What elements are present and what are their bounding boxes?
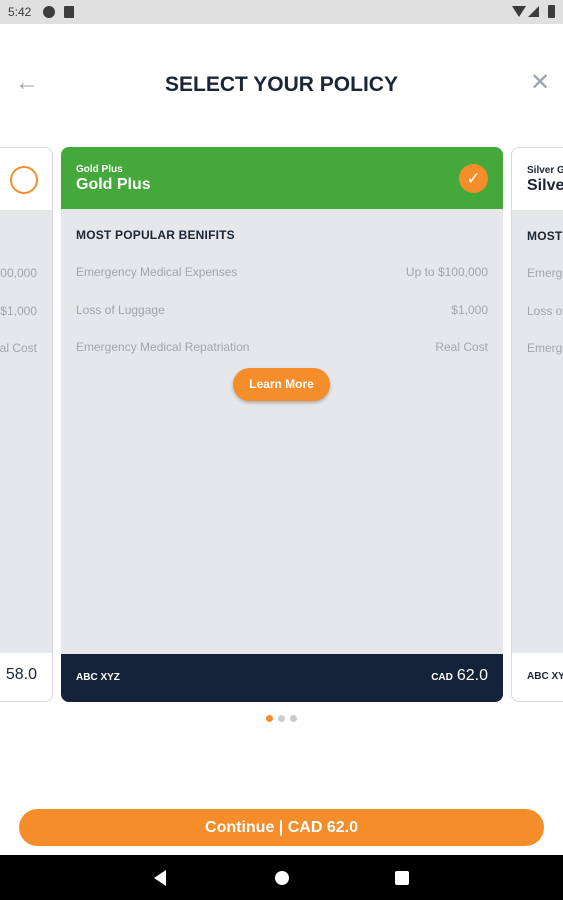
policy-card-left[interactable]: Up to $100,000 $1,000 Real Cost 58.0 <box>0 147 53 702</box>
navigation-bar <box>0 855 563 900</box>
pager-dot-active[interactable] <box>266 715 273 722</box>
plan-small-name: Silver Gold <box>527 165 563 176</box>
status-time: 5:42 <box>8 5 32 19</box>
benefit-row: Loss of Luggage $1,000 <box>76 303 488 321</box>
price: 58.0 <box>6 666 37 684</box>
check-icon[interactable]: ✓ <box>459 164 488 193</box>
benefit-label: Emergency Medical Expenses <box>76 265 238 279</box>
select-radio[interactable] <box>10 166 38 194</box>
price-currency: CAD <box>431 672 453 683</box>
battery-icon <box>548 5 555 18</box>
nav-recents-icon[interactable] <box>395 871 409 885</box>
pager-dot[interactable] <box>290 715 297 722</box>
benefit-row: Loss of <box>527 304 563 322</box>
card-header <box>0 148 52 210</box>
benefit-value: Real Cost <box>435 340 488 354</box>
pager-dot[interactable] <box>278 715 285 722</box>
policy-card-gold-plus[interactable]: Gold Plus Gold Plus ✓ MOST POPULAR BENIF… <box>61 147 503 702</box>
notification-icon <box>43 6 55 18</box>
price-amount: 58.0 <box>5 666 37 683</box>
price-amount: 62.0 <box>456 667 488 684</box>
benefit-row: $1,000 <box>0 304 37 322</box>
benefit-label: Emergency <box>527 341 563 355</box>
benefit-value: Up to $100,000 <box>405 265 488 279</box>
learn-more-button[interactable]: Learn More <box>233 368 330 401</box>
card-footer: 58.0 <box>0 653 52 701</box>
benefit-value: Real Cost <box>0 341 37 355</box>
nav-home-icon[interactable] <box>275 871 289 885</box>
benefit-row: Emergency Medical Repatriation Real Cost <box>76 340 488 358</box>
signal-icon <box>528 6 539 17</box>
provider-name: ABC XYZ <box>527 671 563 682</box>
benefit-value: Up to $100,000 <box>0 266 37 280</box>
benefit-row: Up to $100,000 <box>0 266 37 284</box>
back-arrow-icon[interactable]: ← <box>14 70 40 96</box>
card-footer: ABC XYZ CAD 62.0 <box>61 654 503 702</box>
benefit-label: Emergency Medical Repatriation <box>76 340 250 354</box>
sd-card-icon <box>64 6 74 18</box>
benefit-label: Loss of <box>527 304 563 318</box>
plan-name: Gold Plus <box>76 176 151 193</box>
benefit-row: Emergency <box>527 266 563 284</box>
benefit-row: Emergency Medical Expenses Up to $100,00… <box>76 265 488 283</box>
status-bar: 5:42 <box>0 0 563 24</box>
policy-card-right[interactable]: Silver Gold Silver MOST POPULAR BENIFITS… <box>511 147 563 702</box>
card-footer: ABC XYZ <box>512 653 563 701</box>
benefit-value: $1,000 <box>0 304 37 318</box>
price: CAD 62.0 <box>431 667 488 685</box>
card-header: Silver Gold Silver <box>512 148 563 210</box>
plan-name: Silver <box>527 177 563 194</box>
page-title: SELECT YOUR POLICY <box>165 73 398 96</box>
card-header: Gold Plus Gold Plus ✓ <box>61 147 503 209</box>
section-title: MOST POPULAR BENIFITS <box>527 229 563 243</box>
benefit-row: Real Cost <box>0 341 37 359</box>
close-icon[interactable]: ✕ <box>527 70 553 96</box>
benefit-label: Emergency <box>527 266 563 280</box>
screen: 5:42 ← SELECT YOUR POLICY ✕ Up to $100,0… <box>0 0 563 900</box>
wifi-icon <box>512 6 526 17</box>
provider-name: ABC XYZ <box>76 672 120 683</box>
nav-back-icon[interactable] <box>154 870 166 886</box>
continue-button[interactable]: Continue | CAD 62.0 <box>19 809 544 846</box>
benefit-row: Emergency <box>527 341 563 359</box>
section-title: MOST POPULAR BENIFITS <box>76 228 235 242</box>
benefit-label: Loss of Luggage <box>76 303 165 317</box>
benefit-value: $1,000 <box>451 303 488 317</box>
plan-small-name: Gold Plus <box>76 164 123 175</box>
